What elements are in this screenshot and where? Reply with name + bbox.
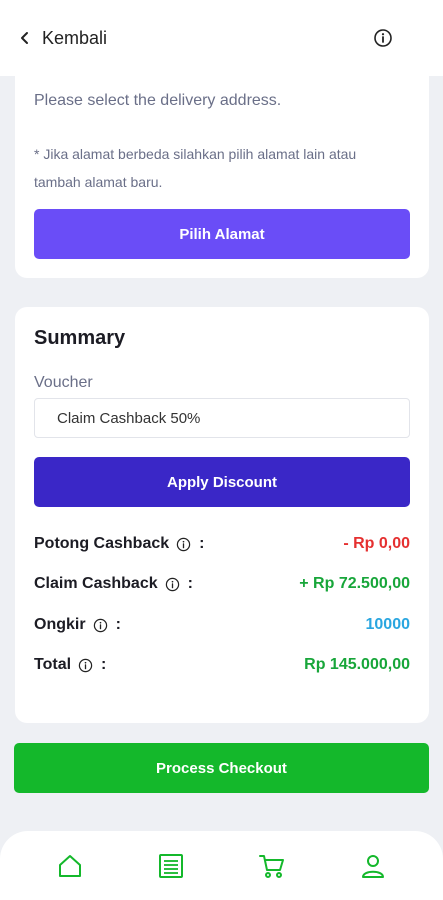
nav-profile[interactable] (343, 846, 403, 886)
address-note: * Jika alamat berbeda silahkan pilih ala… (34, 146, 357, 190)
nav-cart[interactable] (242, 846, 302, 886)
back-label: Kembali (42, 27, 108, 48)
home-icon (59, 854, 82, 877)
info-icon[interactable] (78, 658, 93, 673)
info-icon[interactable] (165, 577, 180, 592)
row-label: Claim Cashback (34, 575, 158, 592)
row-value: + Rp 72.500,00 (299, 575, 410, 592)
bottom-nav (0, 831, 443, 900)
summary-row-total: Total : Rp 145.000,00 (34, 656, 410, 674)
row-value: - Rp 0,00 (343, 535, 410, 552)
row-label: Potong Cashback (34, 535, 170, 552)
address-card: Please select the delivery address. * Ji… (15, 66, 429, 278)
colon: : (101, 656, 107, 673)
top-bar: Kembali (0, 0, 443, 76)
summary-row-ongkir: Ongkir : 10000 (34, 616, 410, 634)
address-description: Please select the delivery address. (34, 92, 282, 109)
summary-title: Summary (34, 327, 126, 349)
chevron-left-icon (21, 32, 28, 44)
voucher-label: Voucher (34, 374, 93, 391)
summary-card: Summary Voucher Apply Discount Potong Ca… (15, 307, 429, 723)
summary-row-claim-cashback: Claim Cashback : + Rp 72.500,00 (34, 575, 410, 593)
row-label: Ongkir (34, 616, 86, 633)
row-label: Total (34, 656, 72, 673)
colon: : (115, 616, 121, 633)
process-checkout-button[interactable]: Process Checkout (14, 743, 429, 793)
colon: : (199, 535, 205, 552)
info-icon[interactable] (93, 618, 108, 633)
nav-orders[interactable] (141, 846, 201, 886)
info-icon[interactable] (373, 28, 393, 48)
row-value: Rp 145.000,00 (304, 656, 410, 673)
cart-icon (258, 854, 284, 878)
voucher-input[interactable] (34, 398, 410, 438)
document-icon (159, 853, 184, 878)
user-icon (361, 854, 384, 878)
row-value: 10000 (365, 616, 411, 633)
summary-row-potong-cashback: Potong Cashback : - Rp 0,00 (34, 535, 410, 553)
info-icon[interactable] (176, 537, 191, 552)
nav-home[interactable] (40, 846, 100, 886)
apply-discount-button[interactable]: Apply Discount (34, 457, 410, 507)
back-button[interactable]: Kembali (18, 28, 107, 49)
colon: : (187, 575, 193, 592)
select-address-button[interactable]: Pilih Alamat (34, 209, 410, 259)
